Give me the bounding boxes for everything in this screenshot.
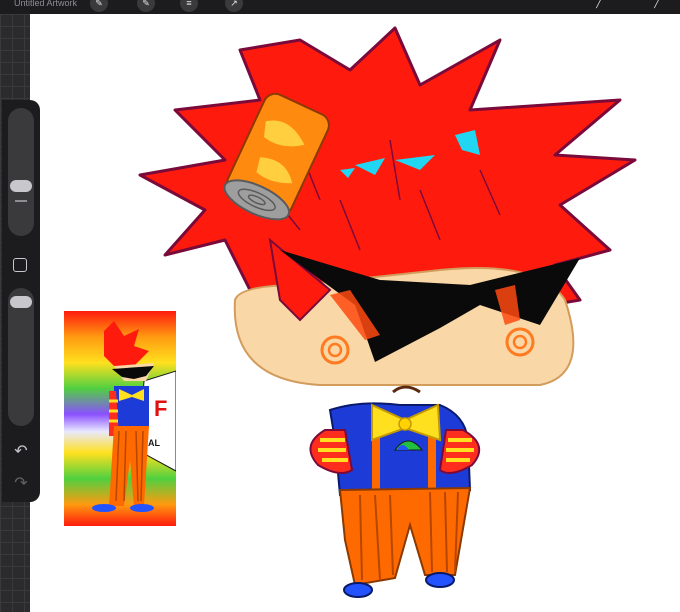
opacity-thumb[interactable] [10, 296, 32, 308]
undo-icon[interactable]: ↶ [10, 442, 32, 462]
tool-sidebar: ↶ ↷ [2, 100, 40, 502]
selection-icon[interactable]: ✎ [137, 0, 155, 12]
svg-text:AL: AL [148, 438, 160, 448]
top-toolbar: Untitled Artwork ✎ ✎ ≡ ↗ ╱ ╱ [0, 0, 680, 14]
transform-icon[interactable]: ≡ [180, 0, 198, 12]
pants [338, 486, 472, 587]
svg-text:F: F [154, 396, 167, 421]
reference-artwork: F AL [64, 311, 176, 526]
reference-image[interactable]: F AL [64, 311, 176, 526]
slider-tick [15, 200, 27, 202]
redo-icon[interactable]: ↷ [10, 474, 32, 494]
brush-icon[interactable]: ╱ [590, 0, 608, 12]
modify-button[interactable] [13, 258, 27, 272]
adjustments-icon[interactable]: ✎ [90, 0, 108, 12]
actions-icon[interactable]: ↗ [225, 0, 243, 12]
smudge-icon[interactable]: ╱ [648, 0, 666, 12]
body [309, 402, 481, 497]
opacity-slider[interactable] [8, 288, 34, 426]
document-title[interactable]: Untitled Artwork [14, 0, 77, 8]
brush-size-slider[interactable] [8, 108, 34, 236]
brush-size-thumb[interactable] [10, 180, 32, 192]
